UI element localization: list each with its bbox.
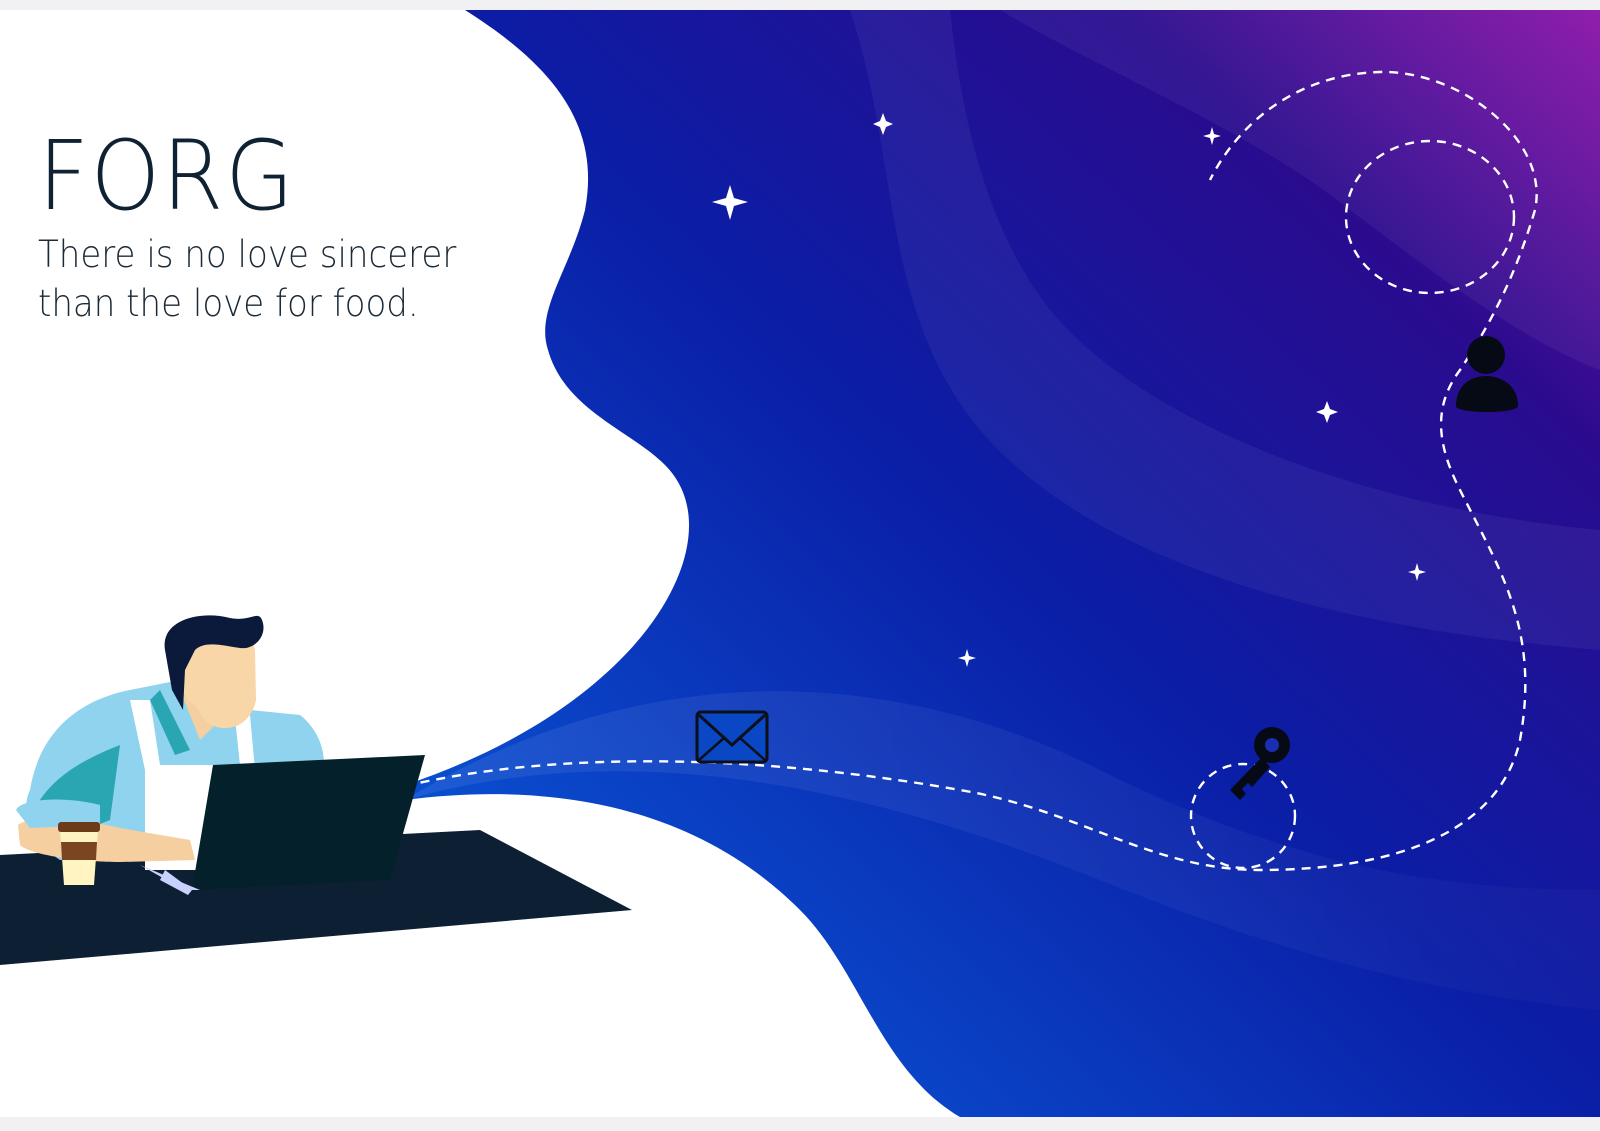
coffee-cup — [58, 822, 100, 885]
tagline: There is no love sincerer than the love … — [38, 233, 457, 325]
page-title: FORG — [38, 120, 296, 232]
hero-page: FORG There is no love sincerer than the … — [0, 10, 1600, 1117]
envelope-icon[interactable] — [695, 710, 769, 764]
brand-block: FORG There is no love sincerer than the … — [38, 128, 508, 328]
